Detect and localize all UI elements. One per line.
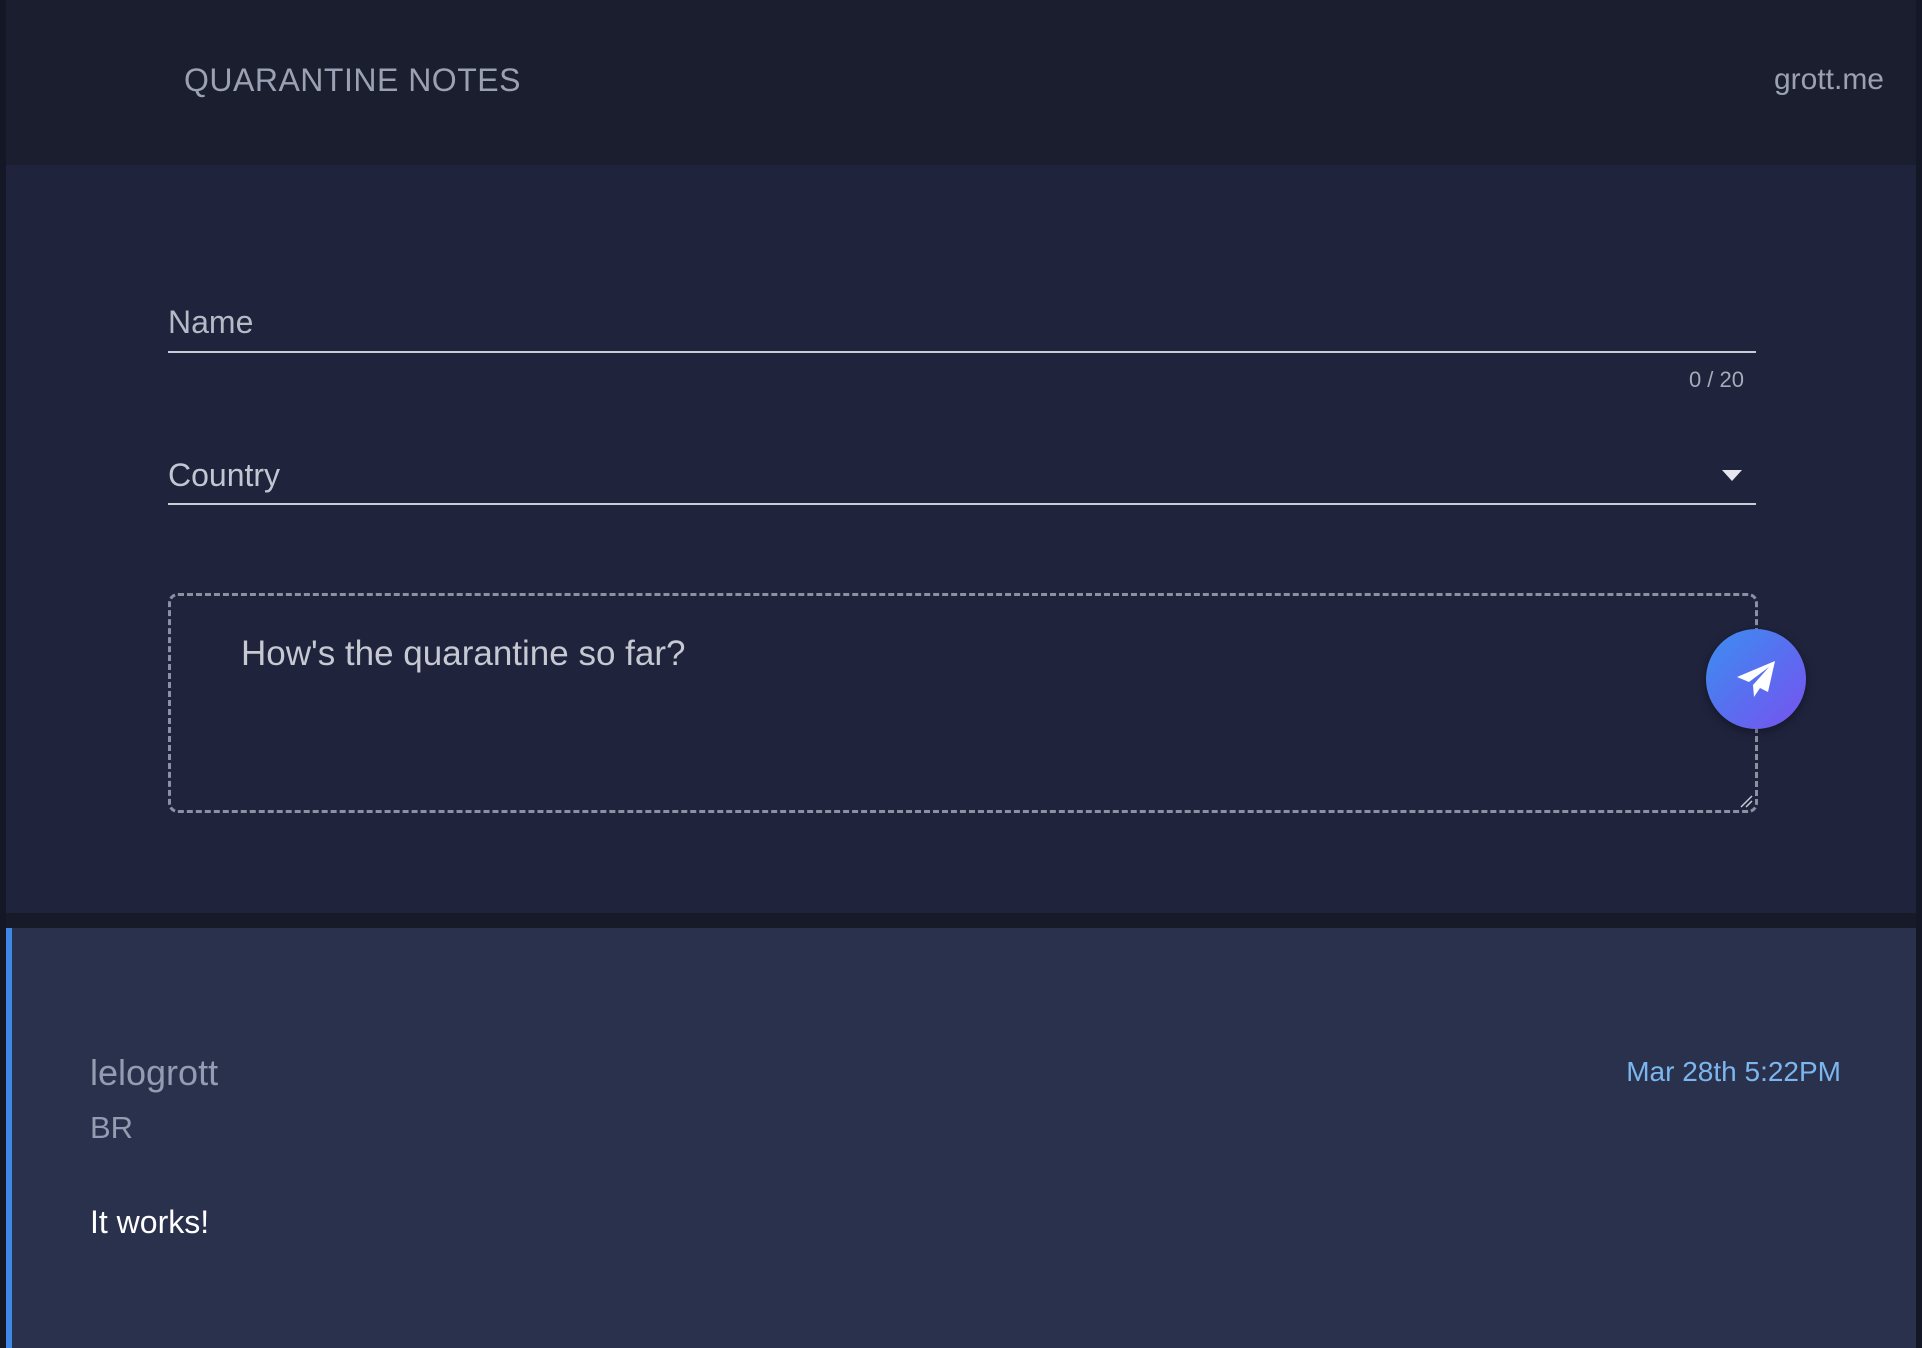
site-link[interactable]: grott.me (1774, 63, 1884, 97)
top-bar: QUARANTINE NOTES grott.me (6, 0, 1916, 165)
note-timestamp: Mar 28th 5:22PM (1626, 1056, 1841, 1087)
message-box (168, 593, 1758, 813)
name-char-counter: 0 / 20 (1688, 367, 1744, 392)
note-author: lelogrott (90, 1052, 219, 1093)
name-field[interactable] (168, 293, 1756, 353)
send-button[interactable] (1706, 629, 1806, 729)
note-body: It works! (90, 1204, 210, 1240)
country-select-label: Country (168, 457, 281, 493)
note-country: BR (90, 1110, 134, 1145)
app: QUARANTINE NOTES grott.me 0 / 20 Country… (0, 0, 1922, 1348)
country-select[interactable]: Country (168, 445, 1756, 505)
message-textarea[interactable] (171, 596, 1755, 810)
resize-handle-icon[interactable] (1739, 794, 1753, 808)
note-form: 0 / 20 Country (6, 165, 1916, 913)
window-edge-right (1916, 0, 1922, 1348)
paper-plane-icon (1737, 661, 1775, 697)
note-card: lelogrott BR Mar 28th 5:22PM It works! (6, 928, 1916, 1348)
app-title: QUARANTINE NOTES (184, 62, 521, 98)
chevron-down-icon (1722, 470, 1742, 481)
section-divider (6, 913, 1916, 928)
name-input[interactable] (168, 293, 1756, 351)
